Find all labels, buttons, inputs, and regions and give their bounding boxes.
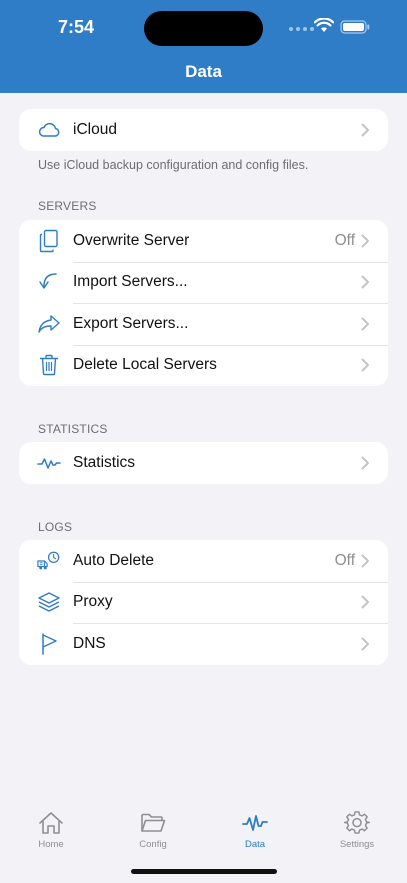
auto-delete-value: Off [334, 551, 355, 569]
layers-icon [37, 590, 61, 614]
import-servers-label: Import Servers... [73, 273, 188, 291]
chevron-right-icon [361, 637, 369, 651]
auto-delete-row[interactable]: Auto Delete Off [19, 540, 388, 582]
tab-settings[interactable]: Settings [317, 810, 397, 850]
delete-local-servers-label: Delete Local Servers [73, 356, 217, 374]
home-icon [11, 810, 91, 836]
tab-home-label: Home [38, 839, 64, 850]
nav-header: 7:54 Data [0, 0, 407, 93]
icloud-card: iCloud [19, 109, 388, 151]
share-icon [37, 312, 61, 336]
chevron-right-icon [361, 317, 369, 331]
overwrite-server-label: Overwrite Server [73, 231, 190, 249]
import-icon [37, 270, 61, 294]
import-servers-row[interactable]: Import Servers... [19, 261, 388, 304]
dynamic-island [144, 11, 263, 46]
chevron-right-icon [361, 595, 369, 609]
proxy-row[interactable]: Proxy [19, 581, 388, 624]
chevron-right-icon [361, 456, 369, 470]
copy-icon [37, 229, 61, 253]
signal-icon [289, 27, 314, 31]
chevron-right-icon [361, 358, 369, 372]
flag-icon [37, 632, 61, 656]
dns-label: DNS [73, 634, 106, 652]
page-title: Data [185, 62, 222, 81]
proxy-label: Proxy [73, 593, 113, 611]
delete-local-servers-row[interactable]: Delete Local Servers [19, 344, 388, 387]
statistics-label: Statistics [73, 453, 136, 471]
overwrite-server-row[interactable]: Overwrite Server Off [19, 220, 388, 262]
tab-data[interactable]: Data [215, 810, 295, 850]
folder-icon [113, 810, 193, 836]
truck-clock-icon [37, 549, 61, 573]
icloud-label: iCloud [73, 120, 117, 138]
tab-config[interactable]: Config [113, 810, 193, 850]
dns-row[interactable]: DNS [19, 623, 388, 665]
servers-section-header: SERVERS [38, 199, 97, 213]
status-time: 7:54 [58, 17, 95, 37]
statistics-card: Statistics [19, 442, 388, 484]
cloud-icon [37, 118, 61, 142]
servers-card: Overwrite Server Off Import Servers... E… [19, 220, 388, 386]
logs-card: Auto Delete Off Proxy DNS [19, 540, 388, 665]
statistics-row[interactable]: Statistics [19, 442, 388, 484]
tab-data-label: Data [244, 839, 266, 850]
icloud-row[interactable]: iCloud [19, 109, 388, 151]
export-servers-row[interactable]: Export Servers... [19, 303, 388, 345]
chevron-right-icon [361, 554, 369, 568]
wifi-icon [314, 18, 334, 32]
chevron-right-icon [361, 234, 369, 248]
waveform-icon [37, 451, 61, 475]
export-servers-label: Export Servers... [73, 314, 189, 332]
battery-icon [340, 20, 370, 34]
home-indicator [131, 869, 277, 874]
auto-delete-label: Auto Delete [73, 551, 154, 569]
gear-icon [317, 810, 397, 836]
chevron-right-icon [361, 123, 369, 137]
statistics-section-header: STATISTICS [38, 422, 108, 436]
logs-section-header: LOGS [38, 520, 73, 534]
waveform-icon [215, 810, 295, 836]
tab-config-label: Config [139, 839, 167, 850]
trash-icon [37, 353, 61, 377]
overwrite-server-value: Off [334, 231, 355, 249]
tab-home[interactable]: Home [11, 810, 91, 850]
icloud-footnote: Use iCloud backup configuration and conf… [38, 158, 309, 172]
chevron-right-icon [361, 275, 369, 289]
tab-settings-label: Settings [339, 839, 375, 850]
